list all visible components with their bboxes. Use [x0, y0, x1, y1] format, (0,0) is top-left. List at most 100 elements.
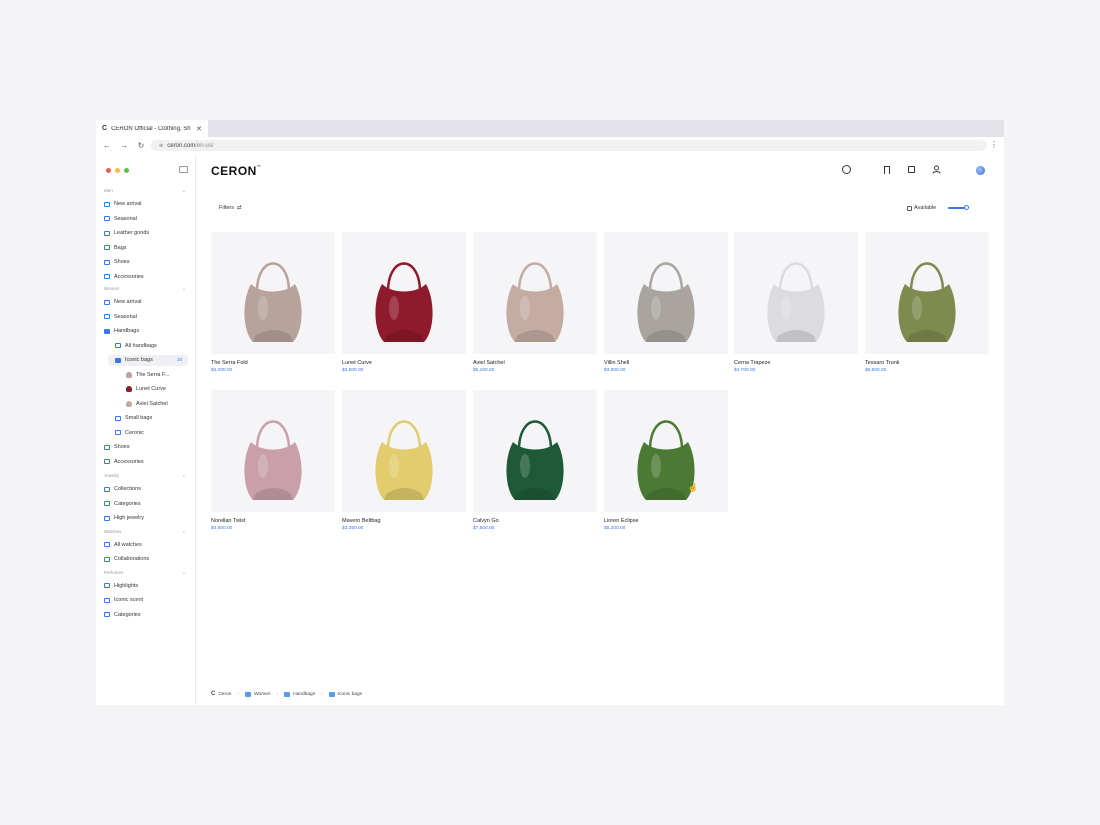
product-card[interactable]: Lioren Eclipse $8,200.00	[604, 390, 728, 531]
sidebar-item-watches-all-watches[interactable]: All watches	[104, 540, 142, 550]
product-name[interactable]: Calvyn Go	[473, 518, 597, 524]
handbag-icon	[898, 262, 956, 342]
product-name[interactable]: Tessaro Trunk	[865, 360, 989, 366]
product-image[interactable]	[211, 232, 335, 354]
user-icon[interactable]	[932, 165, 941, 174]
globe-icon[interactable]	[842, 165, 851, 174]
bookmark-icon[interactable]	[884, 166, 890, 174]
sidebar-item-women-new-arrival[interactable]: New arrival	[104, 297, 142, 307]
sidebar-item-ceronic[interactable]: Ceronic	[115, 428, 144, 438]
chevron-down-icon: ⌄	[181, 528, 186, 535]
sidebar-group-men[interactable]: Men ⌄	[104, 188, 188, 194]
breadcrumb-item-women[interactable]: Women	[245, 691, 271, 697]
sidebar-item-all-handbags[interactable]: All handbags	[115, 341, 157, 351]
sidebar-item-perfumes-iconic-scent[interactable]: Iconic scent	[104, 595, 143, 605]
shopping-bag-icon[interactable]	[908, 166, 915, 173]
browser-menu-icon[interactable]: ⋮	[990, 140, 998, 149]
reload-icon[interactable]: ↻	[136, 141, 146, 150]
product-name[interactable]: Mavero Beltbag	[342, 518, 466, 524]
minimize-window-icon[interactable]	[115, 168, 120, 173]
product-name[interactable]: Lunet Curve	[342, 360, 466, 366]
maximize-window-icon[interactable]	[124, 168, 129, 173]
sidebar-group-women[interactable]: Women ⌄	[104, 286, 188, 292]
sidebar-item-iconic-bags[interactable]: Iconic bags	[115, 355, 153, 365]
folder-icon	[104, 583, 110, 588]
product-card[interactable]: Norellan Twist $4,600.00	[211, 390, 335, 531]
sidebar-item-men-accessories[interactable]: Accessories	[104, 272, 144, 282]
back-arrow-icon[interactable]: ←	[102, 141, 112, 150]
brand-logo[interactable]: CERON™	[211, 164, 261, 178]
product-image[interactable]	[342, 232, 466, 354]
product-name[interactable]: Cerna Trapeze	[734, 360, 858, 366]
sidebar-item-jewelry-categories[interactable]: Categories	[104, 499, 141, 509]
close-window-icon[interactable]	[106, 168, 111, 173]
sidebar-item-label: Iconic scent	[114, 597, 144, 603]
available-filter[interactable]: Available	[907, 205, 936, 211]
product-image[interactable]	[865, 232, 989, 354]
product-image[interactable]	[604, 390, 728, 512]
close-tab-icon[interactable]: ✕	[196, 125, 202, 133]
product-name[interactable]: Aviel Satchel	[473, 360, 597, 366]
product-card[interactable]: Tessaro Trunk $6,900.00	[865, 232, 989, 373]
sidebar-item-men-shoes[interactable]: Shoes	[104, 257, 130, 267]
sidebar-group-perfumes[interactable]: Perfumes ⌄	[104, 570, 188, 576]
address-bar[interactable]: ⊜ ceron.com/en-us/	[151, 140, 987, 151]
browser-window: C CERON Official - Clothing, Sh ✕ ← → ↻ …	[96, 120, 1004, 705]
breadcrumb-item-handbags[interactable]: Handbags	[284, 691, 315, 697]
sidebar-item-product-the-serra-f[interactable]: The Serra F...	[126, 370, 169, 380]
product-card[interactable]: Calvyn Go $7,500.00	[473, 390, 597, 531]
product-card[interactable]: Villin Shell $3,900.00	[604, 232, 728, 373]
breadcrumb-item-iconic-bags[interactable]: Iconic bags	[328, 691, 362, 697]
folder-icon	[104, 216, 110, 221]
grid-size-slider[interactable]	[948, 205, 969, 210]
browser-tab[interactable]: C CERON Official - Clothing, Sh ✕	[96, 120, 208, 137]
product-name[interactable]: Lioren Eclipse	[604, 518, 728, 524]
sidebar-item-perfumes-categories[interactable]: Categories	[104, 610, 141, 620]
sidebar-item-men-new-arrival[interactable]: New arrival	[104, 199, 142, 209]
sidebar-item-men-leather-goods[interactable]: Leather goods	[104, 228, 149, 238]
sidebar-item-women-shoes[interactable]: Shoes	[104, 442, 130, 452]
breadcrumb-item-ceron[interactable]: C Ceron	[211, 691, 231, 697]
product-card[interactable]: The Serra Fold $4,200.00	[211, 232, 335, 373]
folder-icon	[104, 259, 110, 265]
sidebar-item-men-bags[interactable]: Bags	[104, 243, 127, 253]
product-name[interactable]: Norellan Twist	[211, 518, 335, 524]
product-name[interactable]: The Serra Fold	[211, 360, 335, 366]
sidebar-item-product-lunet-curve[interactable]: Lunet Curve	[126, 384, 166, 394]
sidebar-item-small-bags[interactable]: Small bags	[115, 413, 152, 423]
sidebar-item-women-handbags[interactable]: Handbags	[104, 326, 139, 336]
product-image[interactable]	[342, 390, 466, 512]
product-card[interactable]: Aviel Satchel $5,100.00	[473, 232, 597, 373]
sidebar-item-perfumes-highlights[interactable]: Highlights	[104, 581, 138, 591]
sidebar-toggle-icon[interactable]	[179, 166, 188, 173]
product-image[interactable]	[473, 232, 597, 354]
product-price: $3,350.00	[342, 526, 364, 531]
sidebar-item-women-seasonal[interactable]: Seasonal	[104, 312, 137, 322]
sidebar-item-men-seasonal[interactable]: Seasonal	[104, 214, 137, 224]
folder-icon	[104, 314, 110, 319]
avatar[interactable]	[976, 166, 985, 175]
sidebar-item-watches-collaborations[interactable]: Collaborations	[104, 554, 149, 564]
product-image[interactable]	[734, 232, 858, 354]
product-card[interactable]: Cerna Trapeze $4,700.00	[734, 232, 858, 373]
forward-arrow-icon[interactable]: →	[119, 141, 129, 150]
product-price: $3,800.00	[342, 368, 364, 373]
product-image[interactable]	[473, 390, 597, 512]
product-image[interactable]	[211, 390, 335, 512]
folder-icon	[115, 415, 121, 421]
available-label: Available	[914, 205, 937, 211]
product-name[interactable]: Villin Shell	[604, 360, 728, 366]
product-image[interactable]	[604, 232, 728, 354]
available-checkbox[interactable]	[907, 205, 912, 211]
filters-button[interactable]: Filters ⇄	[219, 205, 242, 211]
sidebar-item-jewelry-high-jewelry[interactable]: High jewelry	[104, 513, 144, 523]
product-card[interactable]: Lunet Curve $3,800.00	[342, 232, 466, 373]
sidebar-group-jewelry[interactable]: Jewelry ⌄	[104, 473, 188, 479]
site-info-icon[interactable]: ⊜	[159, 143, 163, 149]
product-card[interactable]: Mavero Beltbag $3,350.00	[342, 390, 466, 531]
slider-handle[interactable]	[964, 205, 969, 210]
sidebar-item-product-aviel-satchel[interactable]: Aviel Satchel	[126, 399, 168, 409]
sidebar-item-jewelry-collections[interactable]: Collections	[104, 484, 141, 494]
sidebar-group-watches[interactable]: Watches ⌄	[104, 528, 188, 535]
sidebar-item-women-accessories[interactable]: Accessories	[104, 457, 144, 467]
